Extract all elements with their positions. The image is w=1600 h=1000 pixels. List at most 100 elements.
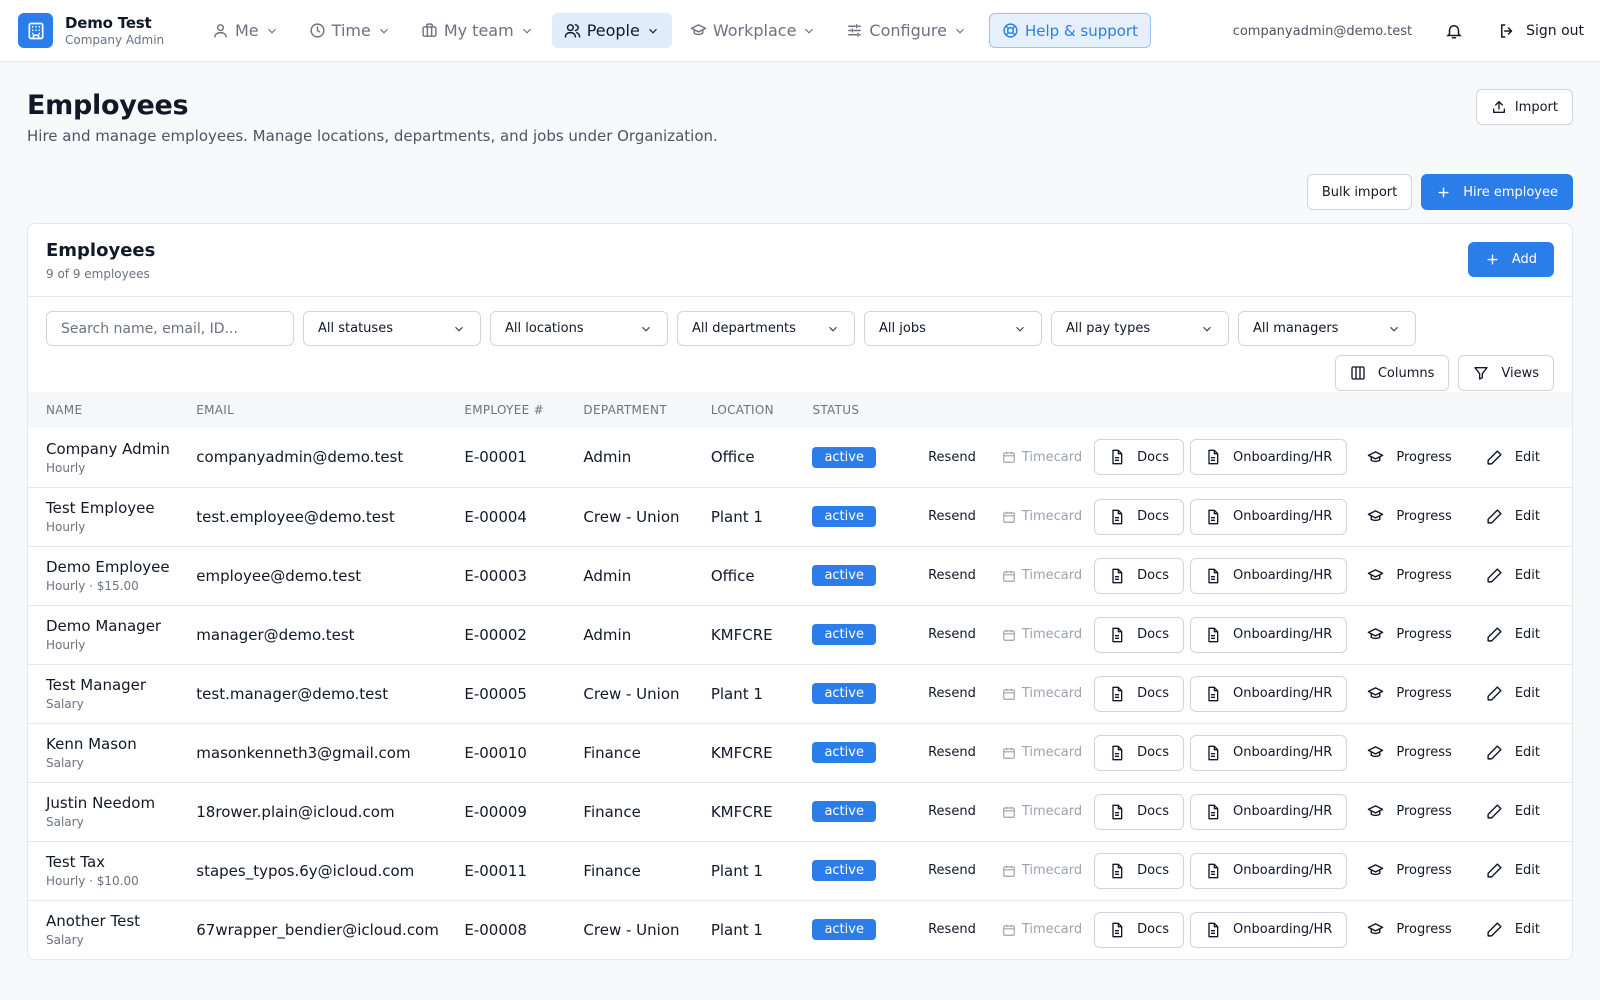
docs-button[interactable]: Docs (1094, 852, 1185, 889)
progress-button[interactable]: Progress (1353, 794, 1465, 830)
timecard-button[interactable]: Timecard (996, 735, 1088, 771)
employee-name[interactable]: Company Admin (46, 440, 196, 458)
employee-name[interactable]: Kenn Mason (46, 735, 196, 753)
table-row[interactable]: Company Admin Hourly companyadmin@demo.t… (28, 428, 1572, 487)
resend-button[interactable]: Resend (914, 676, 990, 712)
table-row[interactable]: Test Employee Hourly test.employee@demo.… (28, 487, 1572, 546)
columns-button[interactable]: Columns (1334, 355, 1450, 391)
resend-button[interactable]: Resend (914, 617, 990, 653)
docs-button[interactable]: Docs (1094, 734, 1185, 771)
table-row[interactable]: Demo Employee Hourly · $15.00 employee@d… (28, 546, 1572, 605)
onboarding-hr-button[interactable]: Onboarding/HR (1190, 557, 1348, 594)
table-row[interactable]: Justin Needom Salary 18rower.plain@iclou… (28, 782, 1572, 841)
progress-button[interactable]: Progress (1353, 912, 1465, 948)
nav-item-configure[interactable]: Configure (834, 13, 979, 48)
edit-button[interactable]: Edit (1472, 735, 1554, 771)
timecard-button[interactable]: Timecard (996, 676, 1088, 712)
table-row[interactable]: Test Tax Hourly · $10.00 stapes_typos.6y… (28, 841, 1572, 900)
onboarding-hr-button[interactable]: Onboarding/HR (1190, 852, 1348, 889)
column-header-name[interactable]: NAME (28, 392, 196, 428)
edit-button[interactable]: Edit (1472, 853, 1554, 889)
edit-button[interactable]: Edit (1472, 794, 1554, 830)
nav-item-time[interactable]: Time (297, 13, 403, 48)
onboarding-hr-button[interactable]: Onboarding/HR (1190, 734, 1348, 771)
progress-button[interactable]: Progress (1353, 735, 1465, 771)
employee-name[interactable]: Another Test (46, 912, 196, 930)
employee-name[interactable]: Test Tax (46, 853, 196, 871)
nav-item-me[interactable]: Me (200, 13, 291, 48)
onboarding-hr-button[interactable]: Onboarding/HR (1190, 675, 1348, 712)
employee-name[interactable]: Justin Needom (46, 794, 196, 812)
nav-item-workplace[interactable]: Workplace (678, 13, 829, 48)
progress-button[interactable]: Progress (1353, 558, 1465, 594)
resend-button[interactable]: Resend (914, 499, 990, 535)
column-header-department[interactable]: DEPARTMENT (583, 392, 710, 428)
employee-name[interactable]: Test Employee (46, 499, 196, 517)
resend-button[interactable]: Resend (914, 853, 990, 889)
docs-button[interactable]: Docs (1094, 911, 1185, 948)
table-row[interactable]: Kenn Mason Salary masonkenneth3@gmail.co… (28, 723, 1572, 782)
hire-employee-button[interactable]: Hire employee (1421, 174, 1573, 210)
nav-item-my-team[interactable]: My team (409, 13, 546, 48)
pay-type-filter[interactable]: All pay types (1051, 311, 1229, 346)
resend-button[interactable]: Resend (914, 439, 990, 475)
status-filter[interactable]: All statuses (303, 311, 481, 346)
timecard-button[interactable]: Timecard (996, 853, 1088, 889)
timecard-button[interactable]: Timecard (996, 617, 1088, 653)
resend-button[interactable]: Resend (914, 794, 990, 830)
nav-item-people[interactable]: People (551, 13, 672, 48)
employee-name[interactable]: Demo Employee (46, 558, 196, 576)
column-header-status[interactable]: STATUS (812, 392, 914, 428)
employee-name[interactable]: Demo Manager (46, 617, 196, 635)
onboarding-hr-button[interactable]: Onboarding/HR (1190, 793, 1348, 830)
docs-button[interactable]: Docs (1094, 557, 1185, 594)
manager-filter[interactable]: All managers (1238, 311, 1416, 346)
docs-button[interactable]: Docs (1094, 498, 1185, 535)
edit-button[interactable]: Edit (1472, 499, 1554, 535)
employee-name[interactable]: Test Manager (46, 676, 196, 694)
timecard-button[interactable]: Timecard (996, 499, 1088, 535)
help-support-button[interactable]: Help & support (988, 13, 1151, 48)
edit-button[interactable]: Edit (1472, 676, 1554, 712)
onboarding-hr-button[interactable]: Onboarding/HR (1190, 498, 1348, 535)
table-row[interactable]: Demo Manager Hourly manager@demo.test E-… (28, 605, 1572, 664)
docs-button[interactable]: Docs (1094, 793, 1185, 830)
views-button[interactable]: Views (1458, 355, 1554, 391)
timecard-button[interactable]: Timecard (996, 912, 1088, 948)
progress-button[interactable]: Progress (1353, 676, 1465, 712)
timecard-button[interactable]: Timecard (996, 439, 1088, 475)
job-filter[interactable]: All jobs (864, 311, 1042, 346)
edit-button[interactable]: Edit (1472, 558, 1554, 594)
column-header-location[interactable]: LOCATION (711, 392, 813, 428)
import-button[interactable]: Import (1475, 89, 1573, 125)
resend-button[interactable]: Resend (914, 912, 990, 948)
search-input[interactable] (46, 311, 294, 346)
onboarding-hr-button[interactable]: Onboarding/HR (1190, 911, 1348, 948)
edit-button[interactable]: Edit (1472, 912, 1554, 948)
department-filter[interactable]: All departments (677, 311, 855, 346)
progress-button[interactable]: Progress (1353, 617, 1465, 653)
docs-button[interactable]: Docs (1094, 675, 1185, 712)
edit-button[interactable]: Edit (1472, 617, 1554, 653)
sign-out-button[interactable]: Sign out (1498, 22, 1584, 40)
notifications-button[interactable] (1438, 15, 1470, 47)
bulk-import-button[interactable]: Bulk import (1306, 174, 1413, 210)
edit-button[interactable]: Edit (1472, 439, 1554, 475)
progress-button[interactable]: Progress (1353, 853, 1465, 889)
table-row[interactable]: Test Manager Salary test.manager@demo.te… (28, 664, 1572, 723)
progress-button[interactable]: Progress (1353, 439, 1465, 475)
docs-button[interactable]: Docs (1094, 616, 1185, 653)
column-header-employee-number[interactable]: EMPLOYEE # (464, 392, 583, 428)
resend-button[interactable]: Resend (914, 558, 990, 594)
onboarding-hr-button[interactable]: Onboarding/HR (1190, 439, 1348, 476)
onboarding-hr-button[interactable]: Onboarding/HR (1190, 616, 1348, 653)
table-row[interactable]: Another Test Salary 67wrapper_bendier@ic… (28, 900, 1572, 959)
resend-button[interactable]: Resend (914, 735, 990, 771)
timecard-button[interactable]: Timecard (996, 558, 1088, 594)
location-filter[interactable]: All locations (490, 311, 668, 346)
brand[interactable]: Demo Test Company Admin (18, 13, 200, 48)
timecard-button[interactable]: Timecard (996, 794, 1088, 830)
docs-button[interactable]: Docs (1094, 439, 1185, 476)
add-employee-button[interactable]: Add (1467, 242, 1554, 277)
progress-button[interactable]: Progress (1353, 499, 1465, 535)
